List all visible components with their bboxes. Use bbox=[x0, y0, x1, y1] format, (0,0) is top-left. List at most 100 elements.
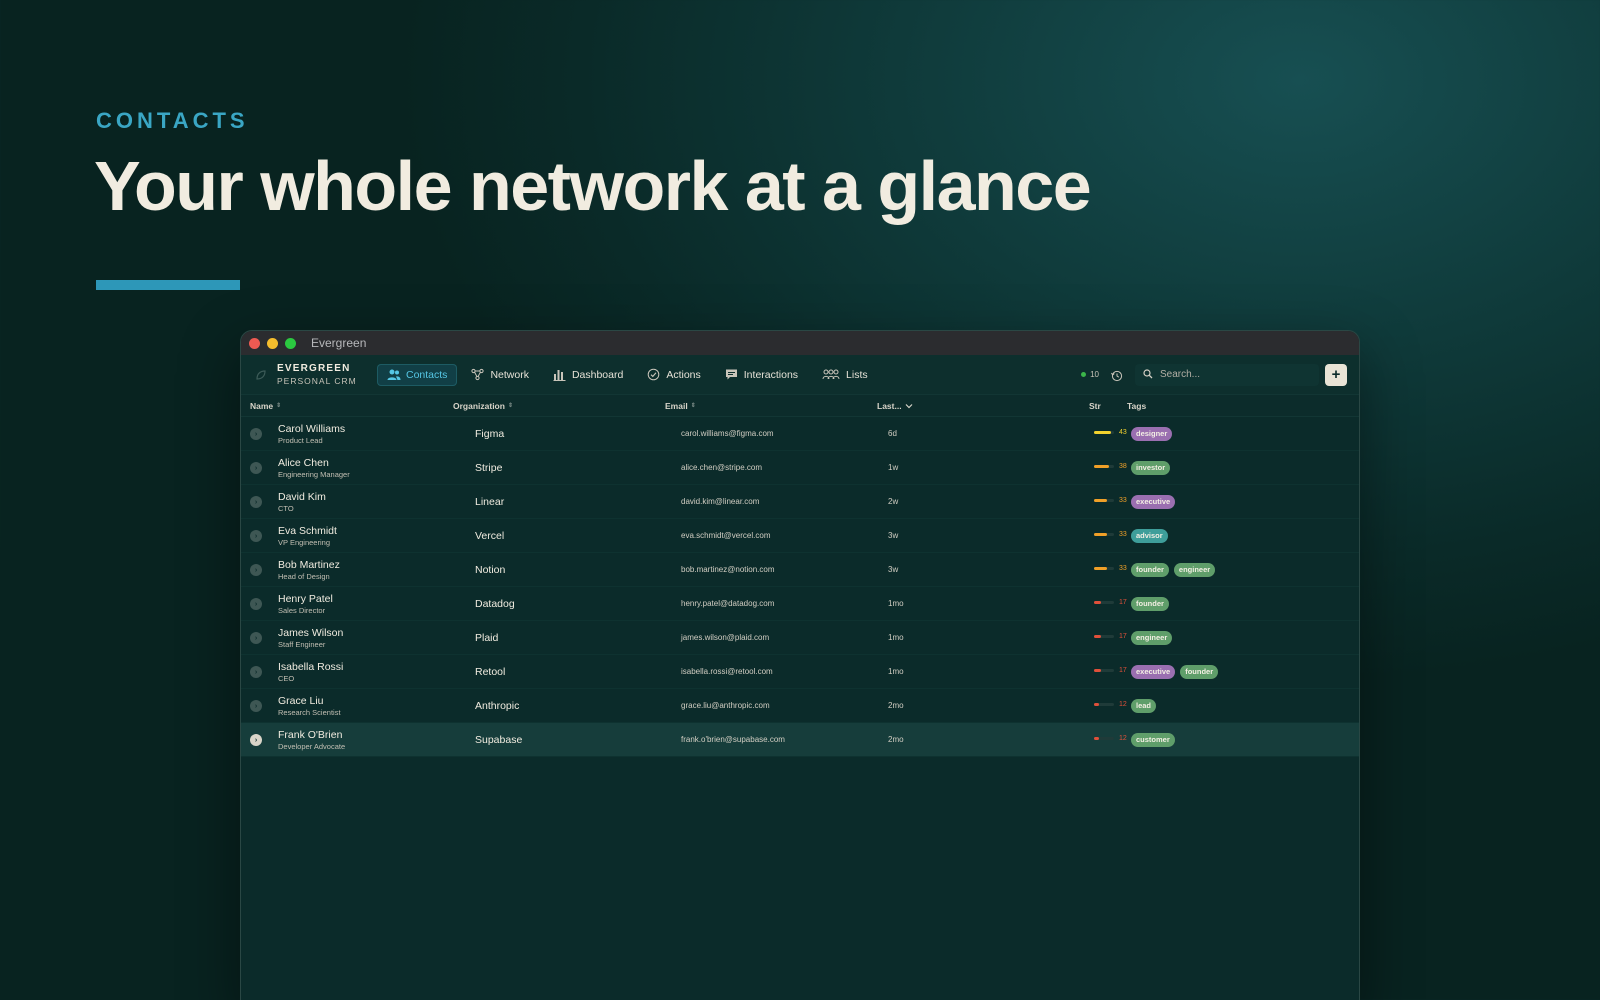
contact-email[interactable]: isabella.rossi@retool.com bbox=[681, 667, 773, 676]
contact-organization: Linear bbox=[475, 496, 505, 508]
contact-organization: Plaid bbox=[475, 632, 499, 644]
sort-icon: ⇕ bbox=[276, 403, 282, 409]
tab-contacts[interactable]: Contacts bbox=[377, 363, 458, 386]
strength-bar bbox=[1094, 499, 1114, 502]
contact-name[interactable]: Grace Liu bbox=[278, 695, 341, 707]
maximize-window-button[interactable] bbox=[285, 337, 296, 349]
column-strength-label: Str bbox=[1089, 400, 1101, 411]
expand-row-icon[interactable]: › bbox=[250, 428, 262, 440]
sort-icon: ⇕ bbox=[507, 403, 513, 409]
contact-tags: engineer bbox=[1131, 631, 1173, 645]
contact-tags: executive founder bbox=[1131, 665, 1219, 679]
chevron-down-icon bbox=[905, 401, 913, 411]
expand-row-icon[interactable]: › bbox=[250, 632, 262, 644]
contact-email[interactable]: henry.patel@datadog.com bbox=[681, 599, 774, 608]
app-toolbar: EVERGREEN PERSONAL CRM Contacts Network bbox=[241, 355, 1359, 395]
contact-name[interactable]: Alice Chen bbox=[278, 457, 350, 469]
strength-value: 12 bbox=[1119, 701, 1127, 708]
tag-badge[interactable]: investor bbox=[1131, 461, 1171, 475]
contact-email[interactable]: alice.chen@stripe.com bbox=[681, 463, 762, 472]
tab-interactions[interactable]: Interactions bbox=[715, 364, 808, 386]
contact-email[interactable]: bob.martinez@notion.com bbox=[681, 565, 775, 574]
actions-icon bbox=[647, 368, 660, 381]
column-header-email[interactable]: Email ⇕ bbox=[665, 401, 696, 411]
contact-organization: Stripe bbox=[475, 462, 503, 474]
table-row[interactable]: › Alice Chen Engineering Manager Stripe … bbox=[241, 451, 1359, 485]
expand-row-icon[interactable]: › bbox=[250, 734, 262, 746]
status-dot-icon bbox=[1081, 372, 1087, 377]
expand-row-icon[interactable]: › bbox=[250, 462, 262, 474]
tab-actions-label: Actions bbox=[666, 368, 701, 381]
table-row[interactable]: › Henry Patel Sales Director Datadog hen… bbox=[241, 587, 1359, 621]
expand-row-icon[interactable]: › bbox=[250, 700, 262, 712]
tab-lists[interactable]: Lists bbox=[812, 364, 878, 386]
contact-name[interactable]: Frank O'Brien bbox=[278, 729, 345, 741]
table-row[interactable]: › James Wilson Staff Engineer Plaid jame… bbox=[241, 621, 1359, 655]
contact-email[interactable]: david.kim@linear.com bbox=[681, 497, 759, 506]
column-last-label: Last... bbox=[877, 400, 902, 411]
column-header-tags[interactable]: Tags bbox=[1127, 401, 1146, 411]
brand-name: EVERGREEN bbox=[277, 362, 351, 374]
table-row[interactable]: › Bob Martinez Head of Design Notion bob… bbox=[241, 553, 1359, 587]
tag-badge[interactable]: founder bbox=[1131, 597, 1169, 611]
strength-bar-fill bbox=[1094, 499, 1107, 502]
table-row[interactable]: › Grace Liu Research Scientist Anthropic… bbox=[241, 689, 1359, 723]
contact-email[interactable]: carol.williams@figma.com bbox=[681, 429, 774, 438]
table-row[interactable]: › Carol Williams Product Lead Figma caro… bbox=[241, 417, 1359, 451]
tag-badge[interactable]: executive bbox=[1131, 665, 1176, 679]
column-header-organization[interactable]: Organization ⇕ bbox=[453, 401, 513, 411]
expand-row-icon[interactable]: › bbox=[250, 496, 262, 508]
tag-badge[interactable]: executive bbox=[1131, 495, 1176, 509]
add-contact-button[interactable]: + bbox=[1325, 363, 1347, 386]
contact-email[interactable]: james.wilson@plaid.com bbox=[681, 633, 769, 642]
tab-actions[interactable]: Actions bbox=[637, 364, 710, 386]
tag-badge[interactable]: advisor bbox=[1131, 529, 1168, 543]
tag-badge[interactable]: founder bbox=[1131, 563, 1169, 577]
tag-badge[interactable]: designer bbox=[1131, 427, 1173, 441]
expand-row-icon[interactable]: › bbox=[250, 598, 262, 610]
contact-email[interactable]: frank.o'brien@supabase.com bbox=[681, 735, 785, 744]
column-header-strength[interactable]: Str bbox=[1089, 401, 1101, 411]
expand-row-icon[interactable]: › bbox=[250, 564, 262, 576]
table-row[interactable]: › Frank O'Brien Developer Advocate Supab… bbox=[241, 723, 1359, 757]
table-row[interactable]: › David Kim CTO Linear david.kim@linear.… bbox=[241, 485, 1359, 519]
expand-row-icon[interactable]: › bbox=[250, 530, 262, 542]
contact-name[interactable]: Eva Schmidt bbox=[278, 525, 337, 537]
contact-name-cell: Grace Liu Research Scientist bbox=[278, 695, 341, 719]
tab-interactions-label: Interactions bbox=[743, 368, 799, 381]
table-row[interactable]: › Eva Schmidt VP Engineering Vercel eva.… bbox=[241, 519, 1359, 553]
table-row[interactable]: › Isabella Rossi CEO Retool isabella.ros… bbox=[241, 655, 1359, 689]
search-input[interactable] bbox=[1160, 369, 1300, 380]
tag-badge[interactable]: lead bbox=[1131, 699, 1157, 713]
tag-badge[interactable]: founder bbox=[1180, 665, 1219, 679]
contact-name[interactable]: Isabella Rossi bbox=[278, 661, 343, 673]
contact-organization: Anthropic bbox=[475, 700, 520, 712]
contact-name[interactable]: David Kim bbox=[278, 491, 326, 503]
contact-name[interactable]: James Wilson bbox=[278, 627, 343, 639]
contact-name-cell: David Kim CTO bbox=[278, 491, 326, 515]
brand-subtitle: PERSONAL CRM bbox=[277, 375, 357, 386]
contact-title: Product Lead bbox=[278, 436, 323, 445]
tab-network[interactable]: Network bbox=[461, 364, 539, 386]
tab-dashboard[interactable]: Dashboard bbox=[543, 364, 633, 386]
close-window-button[interactable] bbox=[249, 337, 260, 349]
contact-name[interactable]: Henry Patel bbox=[278, 593, 333, 605]
strength-indicator: 12 bbox=[1094, 735, 1127, 742]
strength-value: 17 bbox=[1119, 633, 1127, 640]
contact-name[interactable]: Bob Martinez bbox=[278, 559, 340, 571]
contact-name[interactable]: Carol Williams bbox=[278, 423, 345, 435]
minimize-window-button[interactable] bbox=[267, 337, 278, 349]
contact-last-interaction: 1w bbox=[888, 463, 899, 472]
contact-email[interactable]: grace.liu@anthropic.com bbox=[681, 701, 770, 710]
column-header-last[interactable]: Last... bbox=[877, 401, 913, 411]
tag-badge[interactable]: engineer bbox=[1173, 563, 1216, 577]
tag-badge[interactable]: customer bbox=[1131, 733, 1175, 747]
history-icon[interactable] bbox=[1111, 369, 1123, 381]
search-box[interactable] bbox=[1135, 363, 1319, 386]
strength-bar bbox=[1094, 669, 1114, 672]
online-status[interactable]: 10 bbox=[1081, 370, 1099, 379]
column-header-name[interactable]: Name ⇕ bbox=[250, 401, 281, 411]
tag-badge[interactable]: engineer bbox=[1131, 631, 1173, 645]
contact-email[interactable]: eva.schmidt@vercel.com bbox=[681, 531, 770, 540]
expand-row-icon[interactable]: › bbox=[250, 666, 262, 678]
